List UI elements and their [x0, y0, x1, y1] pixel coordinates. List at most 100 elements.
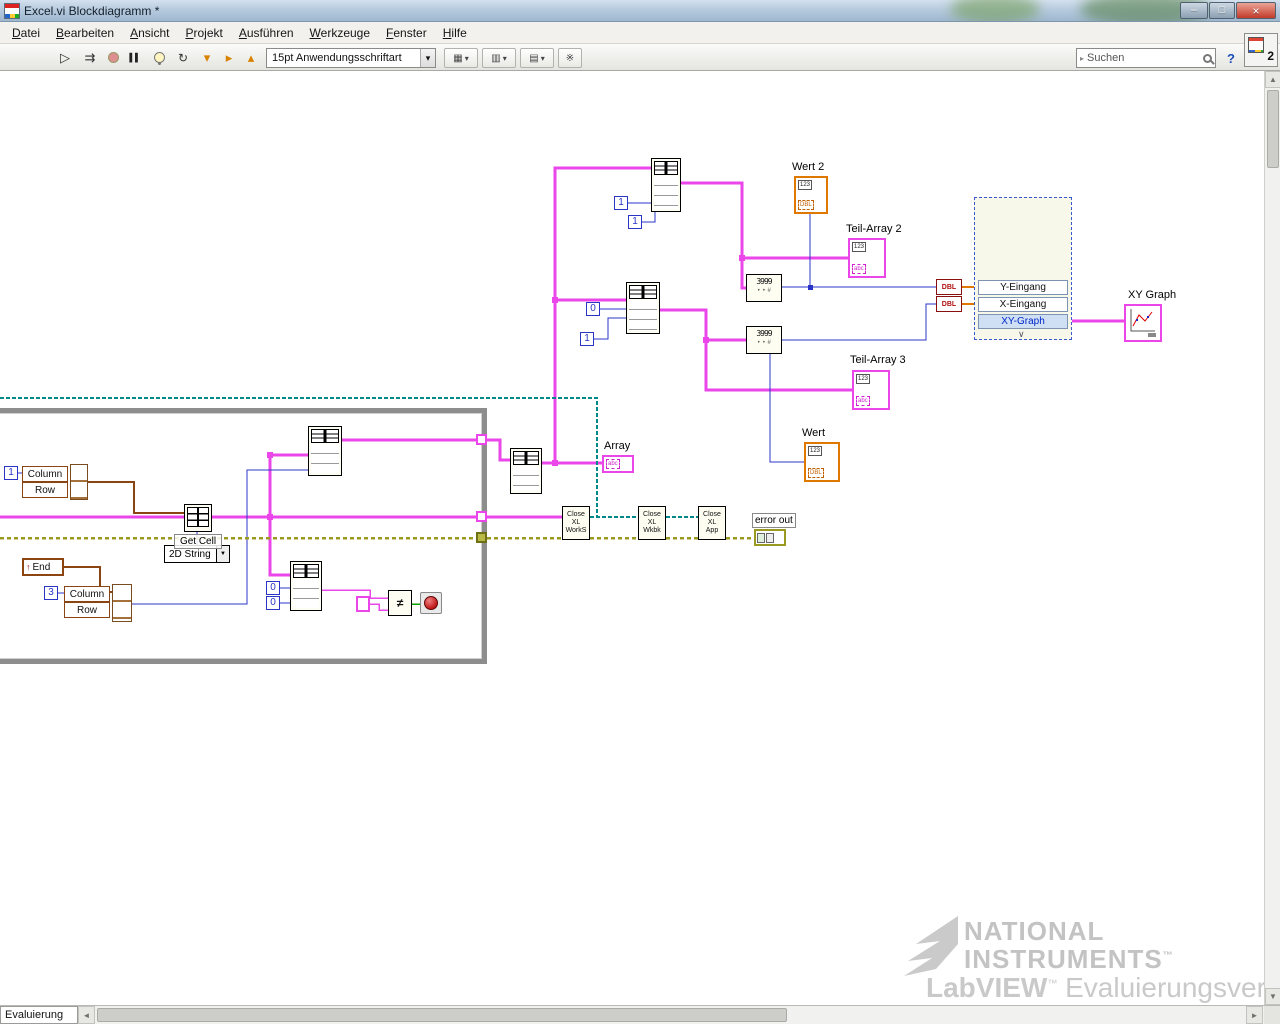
terminal-wert[interactable]: 123 DBL: [804, 442, 840, 482]
search-input[interactable]: Suchen: [1087, 52, 1203, 64]
close-worksheet-vi[interactable]: Close XL WorkS: [562, 506, 590, 540]
pause-button[interactable]: ▌▌: [124, 47, 146, 68]
align-objects-button[interactable]: ▦ ▾: [444, 48, 478, 68]
indicator-label[interactable]: error out: [752, 513, 796, 528]
minimize-button[interactable]: –: [1180, 2, 1208, 19]
enum-value: 2D String: [169, 548, 211, 560]
menu-item-ansicht[interactable]: Ansicht: [122, 23, 177, 43]
terminal-label[interactable]: Wert: [802, 427, 826, 440]
scroll-left-button[interactable]: ◄: [78, 1006, 95, 1024]
menu-item-bearbeiten[interactable]: Bearbeiten: [48, 23, 122, 43]
toolbar: ▷ ⇉ ▌▌ ↻ ▾ ▸ ▴ 15pt Anwendungsschriftart…: [0, 44, 1280, 71]
menu-item-hilfe[interactable]: Hilfe: [435, 23, 475, 43]
menubar: Datei Bearbeiten Ansicht Projekt Ausführ…: [0, 22, 1280, 44]
menu-item-datei[interactable]: Datei: [4, 23, 48, 43]
terminal-label[interactable]: Teil-Array 2: [846, 223, 902, 236]
numeric-constant[interactable]: 0: [586, 302, 600, 316]
terminal-label[interactable]: Teil-Array 3: [850, 354, 906, 367]
chevron-down-icon: ▾: [420, 49, 435, 67]
run-continuous-button[interactable]: ⇉: [78, 47, 100, 68]
scroll-down-button[interactable]: ▼: [1265, 988, 1280, 1005]
scroll-right-button[interactable]: ►: [1246, 1006, 1263, 1024]
window-titlebar: Excel.vi Blockdiagramm * – □ ×: [0, 0, 1280, 22]
font-selector[interactable]: 15pt Anwendungsschriftart ▾: [266, 48, 436, 68]
help-button[interactable]: ?: [1222, 48, 1240, 68]
bundle-node[interactable]: [70, 464, 88, 500]
menu-item-werkzeuge[interactable]: Werkzeuge: [302, 23, 378, 43]
close-workbook-vi[interactable]: Close XL Wkbk: [638, 506, 666, 540]
maximize-button[interactable]: □: [1209, 2, 1235, 19]
build-array-node[interactable]: [651, 158, 681, 212]
close-button[interactable]: ×: [1236, 2, 1276, 19]
scroll-up-button[interactable]: ▲: [1265, 71, 1280, 88]
terminal-wert2[interactable]: 123 DBL: [794, 176, 828, 214]
bundle-node[interactable]: [112, 584, 132, 622]
index-array-node[interactable]: [510, 448, 542, 494]
app-icon[interactable]: [4, 3, 20, 19]
search-box[interactable]: ▸ Suchen: [1076, 48, 1216, 68]
vertical-scrollbar[interactable]: ▲ ▼: [1264, 71, 1280, 1005]
run-button[interactable]: ▷: [54, 47, 76, 68]
index-array-node[interactable]: [626, 282, 660, 334]
terminal-teil-array-3[interactable]: 123 abc: [852, 370, 890, 410]
evaluation-tab[interactable]: Evaluierung: [0, 1006, 78, 1024]
empty-string-constant[interactable]: [356, 596, 370, 612]
to-dbl-conversion-node[interactable]: DBL: [936, 279, 962, 295]
step-out-button[interactable]: ▴: [240, 47, 262, 68]
menu-item-fenster[interactable]: Fenster: [378, 23, 435, 43]
cluster-field-row[interactable]: Row: [64, 602, 110, 618]
numeric-constant[interactable]: 1: [580, 332, 594, 346]
search-scope-arrow-icon[interactable]: ▸: [1077, 54, 1087, 63]
array-string-indicator[interactable]: abc: [602, 455, 634, 473]
cluster-field-row[interactable]: Row: [22, 482, 68, 498]
indicator-label[interactable]: Array: [604, 440, 631, 453]
express-row-y-input[interactable]: Y-Eingang: [978, 280, 1068, 295]
express-row-xy-graph[interactable]: XY-Graph: [978, 314, 1068, 329]
express-row-x-input[interactable]: X-Eingang: [978, 297, 1068, 312]
vertical-scroll-thumb[interactable]: [1267, 90, 1279, 168]
get-cell-vi[interactable]: [184, 504, 212, 532]
index-array-node[interactable]: [290, 561, 322, 611]
numeric-constant[interactable]: 1: [4, 466, 18, 480]
highlight-execution-button[interactable]: [148, 47, 170, 68]
menu-item-projekt[interactable]: Projekt: [177, 23, 230, 43]
search-array-node[interactable]: 3999 ‣ ‣ #: [746, 326, 782, 354]
numeric-constant[interactable]: 1: [628, 215, 642, 229]
abort-button[interactable]: [102, 47, 124, 68]
end-constant[interactable]: ↑ End: [22, 558, 64, 576]
xy-graph-terminal[interactable]: [1124, 304, 1162, 342]
to-dbl-conversion-node[interactable]: DBL: [936, 296, 962, 312]
terminal-teil-array-2[interactable]: 123 abc: [848, 238, 886, 278]
numeric-constant[interactable]: 0: [266, 581, 280, 595]
index-array-node[interactable]: [308, 426, 342, 476]
retain-wire-values-button[interactable]: ↻: [172, 47, 194, 68]
vi-caption[interactable]: Get Cell: [174, 534, 222, 549]
numeric-constant[interactable]: 1: [614, 196, 628, 210]
close-app-vi[interactable]: Close XL App: [698, 506, 726, 540]
error-out-indicator[interactable]: [754, 529, 786, 546]
boolean-led-indicator[interactable]: [420, 592, 442, 614]
express-collapse-chevron-icon[interactable]: ∨: [1018, 329, 1025, 340]
tunnel-array-out[interactable]: [476, 434, 487, 445]
distribute-objects-button[interactable]: ▥ ▾: [482, 48, 516, 68]
cluster-field-column[interactable]: Column: [22, 466, 68, 482]
menu-item-ausfuehren[interactable]: Ausführen: [231, 23, 302, 43]
cleanup-diagram-button[interactable]: ※: [558, 48, 582, 68]
horizontal-scroll-thumb[interactable]: [97, 1008, 787, 1022]
window-count-panel[interactable]: 2: [1244, 33, 1278, 67]
string-tag: abc: [606, 459, 620, 469]
terminal-label[interactable]: Wert 2: [792, 161, 825, 174]
cluster-field-column[interactable]: Column: [64, 586, 110, 602]
numeric-constant[interactable]: 3: [44, 586, 58, 600]
search-array-node[interactable]: 3999 ‣ ‣ #: [746, 274, 782, 302]
tunnel-string-out[interactable]: [476, 511, 487, 522]
resize-objects-button[interactable]: ▤ ▾: [520, 48, 554, 68]
statusbar: Evaluierung ◄ ►: [0, 1005, 1280, 1024]
step-into-button[interactable]: ▾: [196, 47, 218, 68]
tunnel-error-out[interactable]: [476, 532, 487, 543]
step-over-button[interactable]: ▸: [218, 47, 240, 68]
not-equal-node[interactable]: ≠: [388, 590, 412, 616]
case-structure-frame[interactable]: [0, 408, 487, 664]
numeric-constant[interactable]: 0: [266, 596, 280, 610]
terminal-label[interactable]: XY Graph: [1128, 289, 1177, 302]
